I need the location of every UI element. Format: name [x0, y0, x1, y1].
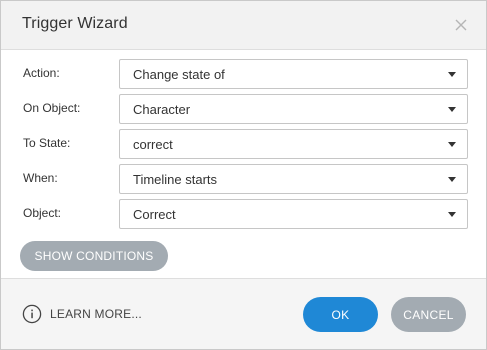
trigger-wizard-dialog: Trigger Wizard Action: Change state of O…: [0, 0, 487, 350]
close-icon: [455, 19, 467, 31]
to-state-value: correct: [133, 137, 173, 152]
to-state-label: To State:: [23, 136, 71, 150]
on-object-select[interactable]: Character: [119, 94, 468, 124]
action-label: Action:: [23, 66, 60, 80]
chevron-down-icon: [448, 212, 456, 217]
chevron-down-icon: [448, 107, 456, 112]
object-value: Correct: [133, 207, 176, 222]
title-bar: Trigger Wizard: [1, 1, 486, 50]
action-select[interactable]: Change state of: [119, 59, 468, 89]
close-button[interactable]: [450, 14, 472, 36]
dialog-footer: LEARN MORE... OK CANCEL: [1, 278, 486, 349]
on-object-row: On Object: Character: [1, 94, 486, 124]
learn-more-link[interactable]: LEARN MORE...: [22, 304, 142, 324]
chevron-down-icon: [448, 177, 456, 182]
ok-button[interactable]: OK: [303, 297, 378, 332]
to-state-select[interactable]: correct: [119, 129, 468, 159]
chevron-down-icon: [448, 72, 456, 77]
object-select[interactable]: Correct: [119, 199, 468, 229]
cancel-button[interactable]: CANCEL: [391, 297, 466, 332]
object-label: Object:: [23, 206, 62, 220]
learn-more-label: LEARN MORE...: [50, 307, 142, 321]
object-row: Object: Correct: [1, 199, 486, 229]
show-conditions-button[interactable]: SHOW CONDITIONS: [20, 241, 168, 271]
when-value: Timeline starts: [133, 172, 218, 187]
action-value: Change state of: [133, 67, 225, 82]
when-select[interactable]: Timeline starts: [119, 164, 468, 194]
chevron-down-icon: [448, 142, 456, 147]
on-object-value: Character: [133, 102, 191, 117]
info-icon: [22, 304, 42, 324]
on-object-label: On Object:: [23, 101, 81, 115]
action-row: Action: Change state of: [1, 59, 486, 89]
when-row: When: Timeline starts: [1, 164, 486, 194]
dialog-title: Trigger Wizard: [22, 15, 128, 32]
to-state-row: To State: correct: [1, 129, 486, 159]
when-label: When:: [23, 171, 58, 185]
